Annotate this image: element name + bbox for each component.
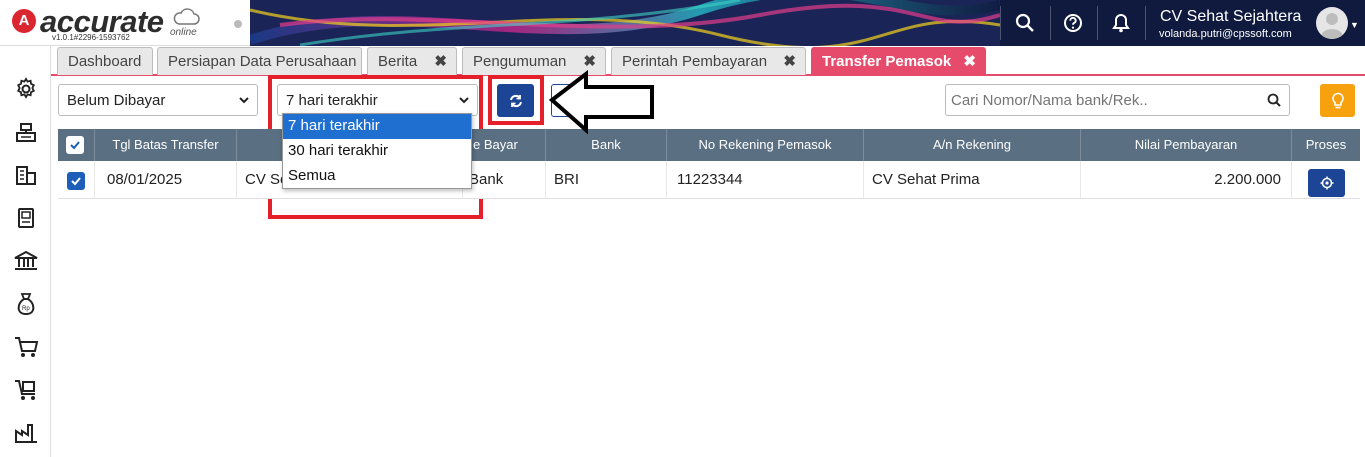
- tab-berita[interactable]: Berita ✖: [367, 47, 457, 75]
- search-icon[interactable]: [1267, 93, 1281, 107]
- table-header: Tgl Batas Transfer e Bayar Bank No Reken…: [58, 129, 1360, 161]
- top-header: A accurate online v1.0.1#2296-1593762 CV…: [0, 0, 1365, 46]
- tab-label: Perintah Pembayaran: [622, 53, 768, 70]
- factory-icon[interactable]: [12, 419, 40, 447]
- close-icon[interactable]: ✖: [434, 52, 447, 70]
- cell-cara-bayar: Bank: [463, 161, 546, 199]
- tab-label: Dashboard: [68, 53, 142, 70]
- option-30-hari[interactable]: 30 hari terakhir: [283, 139, 471, 164]
- col-an-rekening[interactable]: A/n Rekening: [864, 129, 1081, 161]
- search-box[interactable]: [945, 84, 1290, 116]
- svg-text:Rp: Rp: [22, 306, 30, 312]
- row-select-cell: [58, 161, 95, 199]
- col-nilai-pembayaran[interactable]: Nilai Pembayaran: [1081, 129, 1292, 161]
- tips-button[interactable]: [1320, 84, 1355, 117]
- col-cara-bayar[interactable]: e Bayar: [463, 129, 546, 161]
- cell-bank: BRI: [546, 161, 667, 199]
- tab-transfer-pemasok[interactable]: Transfer Pemasok ✖: [811, 47, 986, 75]
- period-options-list: 7 hari terakhir 30 hari terakhir Semua: [282, 113, 472, 189]
- accurate-logo-icon: A: [12, 9, 36, 33]
- highlight-box-refresh: [488, 75, 544, 125]
- logo-area[interactable]: A accurate online v1.0.1#2296-1593762: [0, 0, 250, 46]
- tab-label: Pengumuman: [473, 53, 567, 70]
- chevron-down-icon: [239, 97, 249, 104]
- tab-label: Transfer Pemasok: [822, 53, 952, 70]
- lightbulb-icon: [1331, 92, 1344, 108]
- col-proses: Proses: [1305, 137, 1347, 152]
- option-semua[interactable]: Semua: [283, 164, 471, 189]
- gear-icon[interactable]: [12, 75, 40, 103]
- user-email: volanda.putri@cpssoft.com: [1159, 28, 1292, 40]
- cart-icon[interactable]: [12, 333, 40, 361]
- table-row[interactable]: 08/01/2025 CV Se Bank BRI 11223344 CV Se…: [58, 161, 1360, 199]
- cart-box-icon[interactable]: [12, 376, 40, 404]
- target-icon: [1320, 176, 1333, 190]
- tab-label: Berita: [378, 53, 418, 70]
- version-label: v1.0.1#2296-1593762: [52, 33, 130, 42]
- select-all-checkbox[interactable]: [66, 136, 84, 154]
- select-all-cell: [58, 129, 95, 161]
- col-tgl-batas-transfer[interactable]: Tgl Batas Transfer: [95, 129, 237, 161]
- cash-register-icon[interactable]: [12, 118, 40, 146]
- search-icon[interactable]: [1010, 8, 1040, 38]
- header-separator: [1145, 6, 1146, 40]
- search-input[interactable]: [951, 92, 1251, 109]
- col-no-rekening[interactable]: No Rekening Pemasok: [667, 129, 864, 161]
- cell-tgl: 08/01/2025: [95, 161, 237, 199]
- pointer-arrow-annotation: [548, 70, 654, 134]
- cell-nilai: 2.200.000: [1081, 161, 1292, 199]
- logo-sub: online: [170, 27, 197, 38]
- row-checkbox[interactable]: [67, 172, 85, 190]
- proses-button[interactable]: [1308, 169, 1345, 197]
- bank-icon[interactable]: [12, 247, 40, 275]
- tab-label: Persiapan Data Perusahaan: [168, 53, 357, 70]
- cell-an-rekening: CV Sehat Prima: [864, 161, 1081, 199]
- chevron-down-icon[interactable]: ▼: [1350, 20, 1359, 30]
- header-separator: [1000, 6, 1001, 40]
- status-dot: [234, 20, 242, 28]
- status-filter-select[interactable]: Belum Dibayar: [58, 84, 258, 116]
- building-icon[interactable]: [12, 161, 40, 189]
- sidebar: Rp: [0, 46, 51, 457]
- close-icon[interactable]: ✖: [783, 52, 796, 70]
- close-icon[interactable]: ✖: [963, 52, 976, 70]
- cloud-icon: [173, 8, 200, 25]
- tab-dashboard[interactable]: Dashboard: [57, 47, 153, 75]
- close-icon[interactable]: ✖: [583, 52, 596, 70]
- status-filter-value: Belum Dibayar: [67, 92, 166, 109]
- company-name[interactable]: CV Sehat Sejahtera: [1160, 8, 1301, 26]
- bell-icon[interactable]: [1106, 8, 1136, 38]
- help-icon[interactable]: [1058, 8, 1088, 38]
- header-separator: [1050, 6, 1051, 40]
- tab-bar: Dashboard Persiapan Data Perusahaan Beri…: [51, 46, 1365, 76]
- money-bag-icon[interactable]: Rp: [12, 290, 40, 318]
- cell-no-rekening: 11223344: [667, 161, 864, 199]
- header-separator: [1097, 6, 1098, 40]
- option-7-hari[interactable]: 7 hari terakhir: [283, 114, 471, 139]
- avatar[interactable]: [1316, 7, 1348, 39]
- tab-persiapan-data[interactable]: Persiapan Data Perusahaan: [157, 47, 362, 75]
- book-icon[interactable]: [12, 204, 40, 232]
